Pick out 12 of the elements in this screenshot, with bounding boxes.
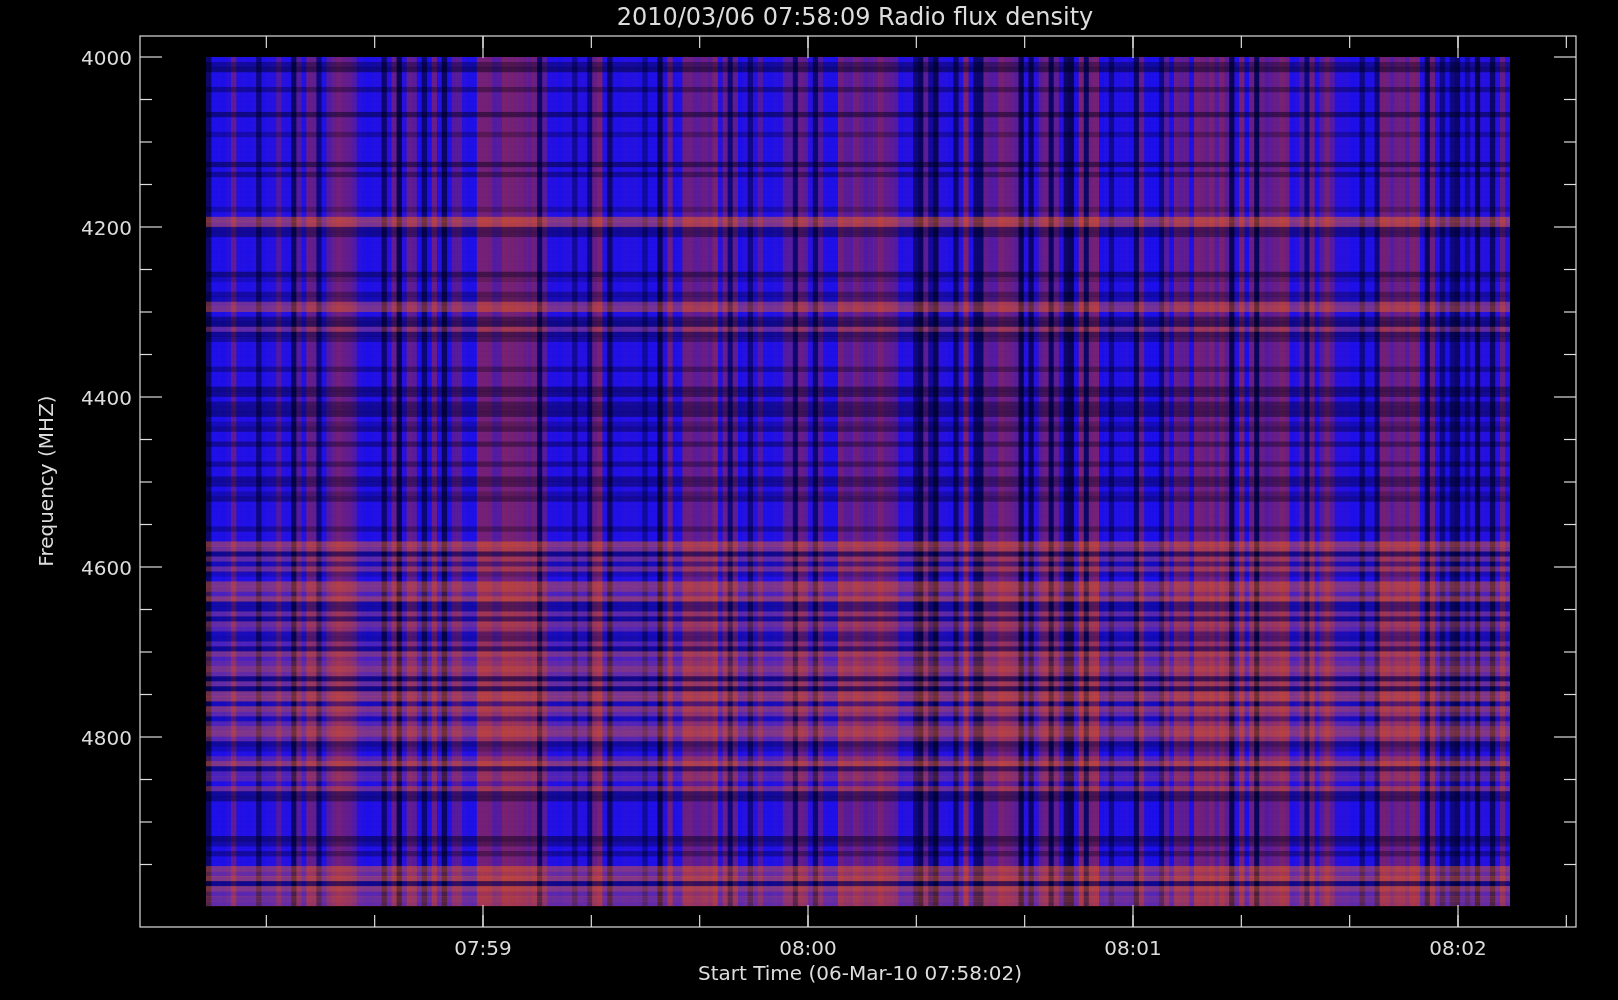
plot-title: 2010/03/06 07:58:09 Radio flux density [616, 3, 1094, 31]
y-tick-label: 4000 [81, 46, 132, 70]
y-tick-label: 4800 [81, 726, 132, 750]
x-tick-label: 07:59 [454, 936, 512, 960]
x-tick-label: 08:02 [1429, 936, 1487, 960]
y-tick-label: 4200 [81, 216, 132, 240]
x-tick-label: 08:01 [1104, 936, 1162, 960]
y-tick-label: 4600 [81, 556, 132, 580]
y-tick-label: 4400 [81, 386, 132, 410]
x-axis-label: Start Time (06-Mar-10 07:58:02) [697, 961, 1023, 985]
x-tick-label: 08:00 [779, 936, 837, 960]
y-axis-label: Frequency (MHZ) [34, 395, 58, 567]
